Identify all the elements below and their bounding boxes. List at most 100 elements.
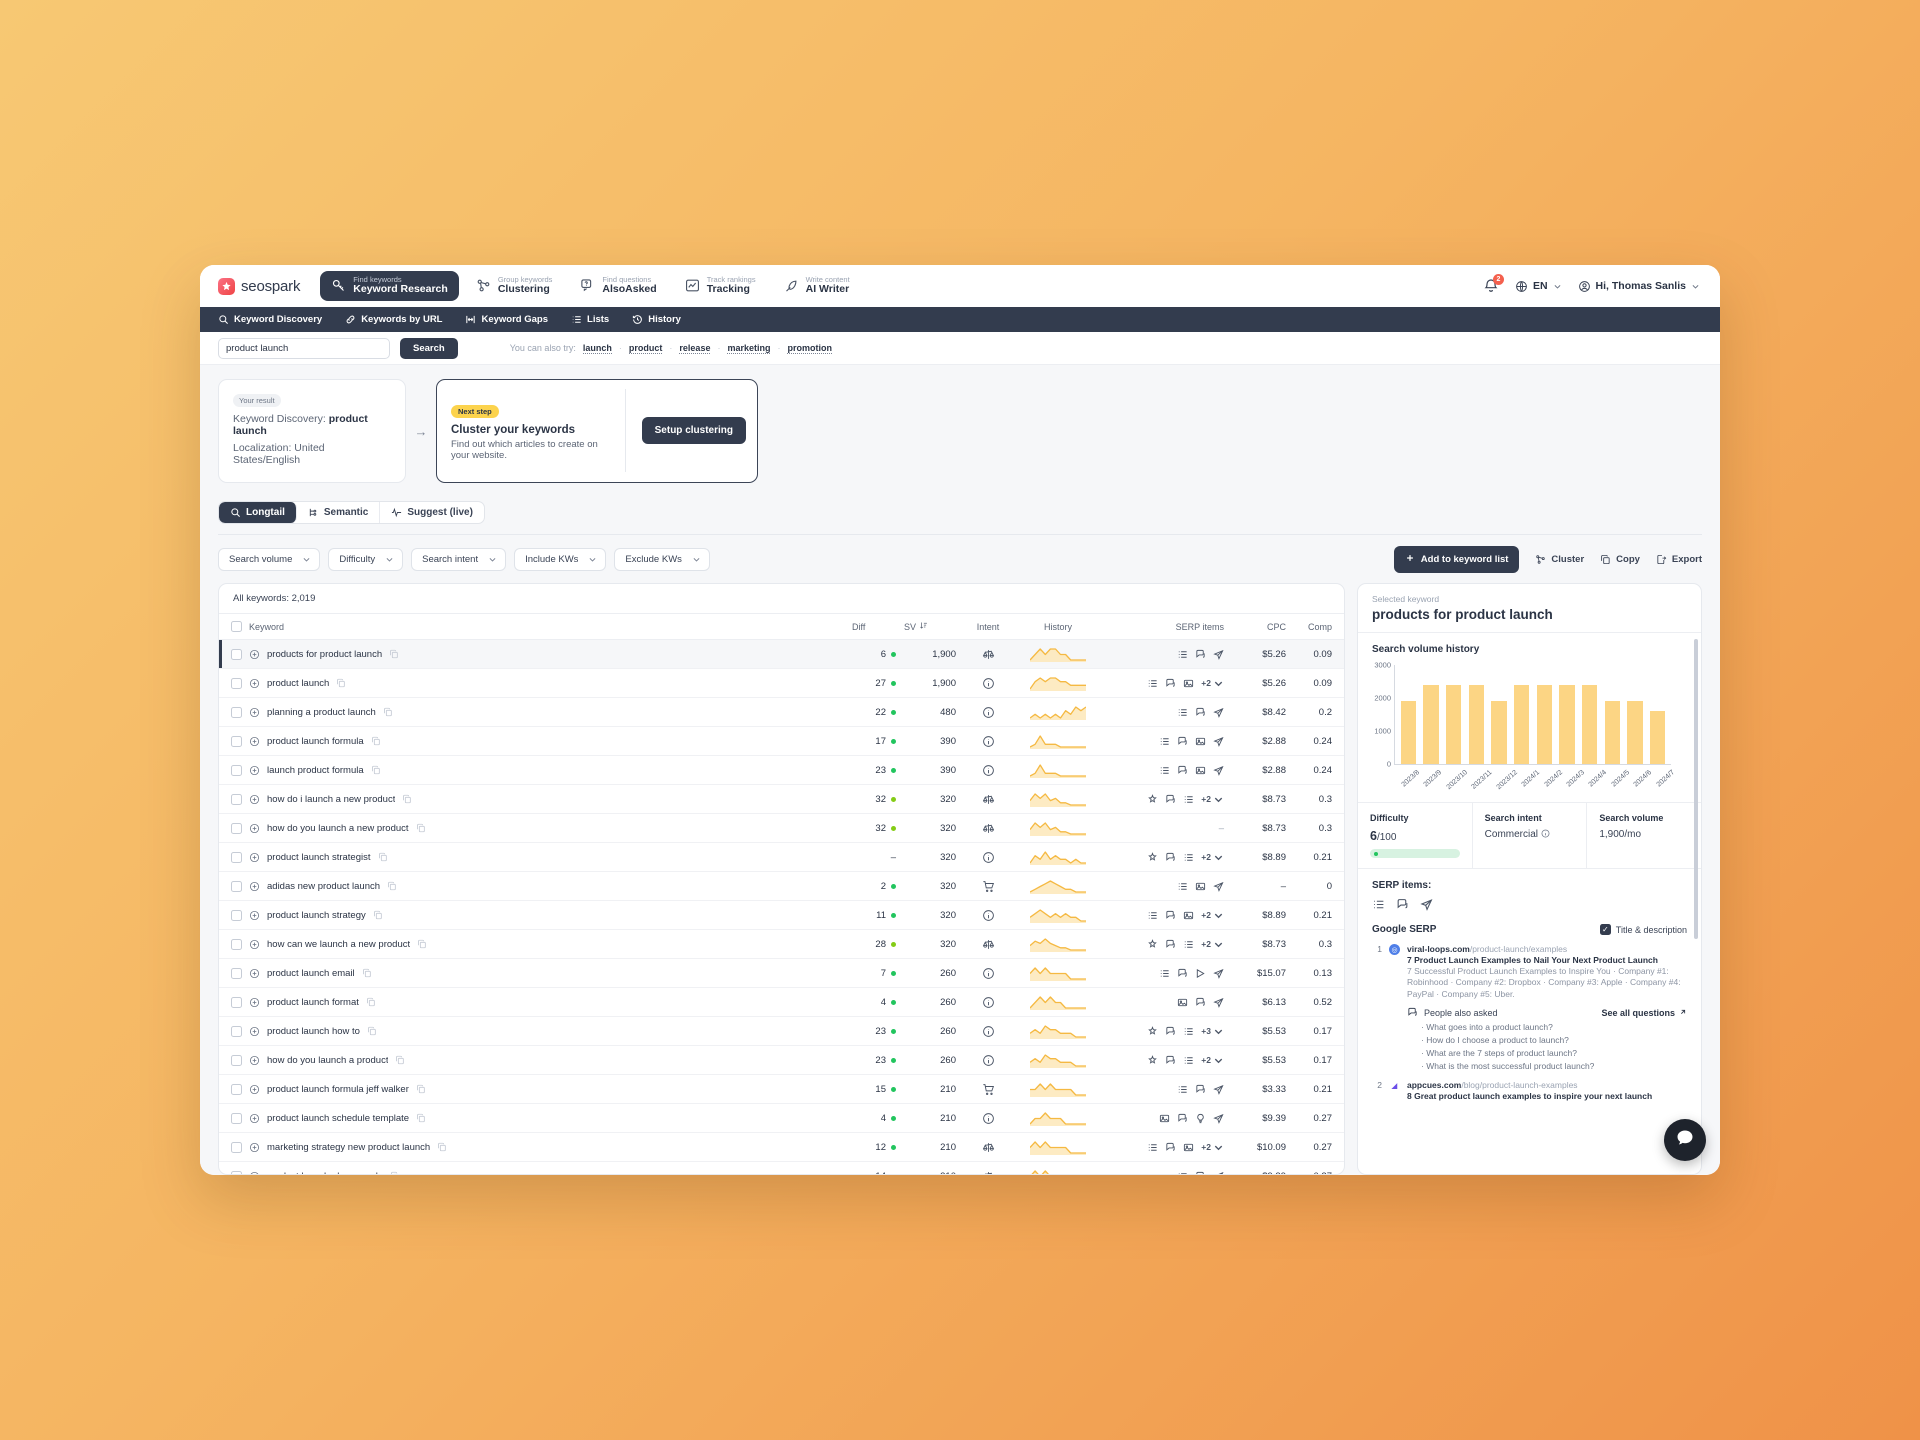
copy-keyword-icon[interactable] [366,997,376,1007]
serp-related-icon[interactable] [1213,736,1224,747]
detail-scrollbar[interactable] [1694,639,1698,939]
intent-informational-icon[interactable] [982,996,995,1009]
row-keyword-text[interactable]: launch product formula [267,765,364,776]
intent-commercial-icon[interactable] [982,1141,995,1154]
serp-people-also-ask-icon[interactable] [1177,736,1188,747]
expand-keyword-icon[interactable] [249,1113,260,1124]
serp-star-icon[interactable] [1147,938,1158,950]
copy-keyword-icon[interactable] [417,939,427,949]
serp-star-icon[interactable] [1147,1025,1158,1037]
intent-commercial-icon[interactable] [982,1170,995,1174]
search-input[interactable] [218,337,390,359]
suggestion-release[interactable]: release [679,343,711,354]
expand-keyword-icon[interactable] [249,765,260,776]
row-checkbox[interactable] [231,793,242,805]
expand-keyword-icon[interactable] [249,1171,260,1174]
table-row[interactable]: product launch schedule template 4 210 $… [219,1103,1344,1133]
column-diff[interactable]: Diff [848,614,900,640]
copy-keyword-icon[interactable] [378,852,388,862]
copy-keyword-icon[interactable] [402,794,412,804]
filter-include-kws[interactable]: Include KWs [514,548,607,571]
table-row[interactable]: product launch how to 23 260 +3 $5.53 0.… [219,1016,1344,1046]
expand-keyword-icon[interactable] [249,968,260,979]
serp-related-icon[interactable] [1213,707,1224,718]
table-row[interactable]: product launch email 7 260 $15.07 0.13 [219,958,1344,988]
paa-question[interactable]: · What are the 7 steps of product launch… [1407,1048,1687,1058]
tab-longtail[interactable]: Longtail [219,502,297,523]
row-keyword-text[interactable]: products for product launch [267,649,382,660]
copy-button[interactable]: Copy [1600,554,1640,565]
expand-keyword-icon[interactable] [249,1142,260,1153]
expand-keyword-icon[interactable] [249,1026,260,1037]
serp-people-also-ask-icon[interactable] [1165,852,1176,863]
row-keyword-text[interactable]: how do i launch a new product [267,794,395,805]
serp-related-icon[interactable] [1213,649,1224,660]
chart-bar-column[interactable] [1533,665,1556,764]
row-keyword-text[interactable]: product launch formula [267,736,364,747]
row-keyword-text[interactable]: product launch format [267,997,359,1008]
table-row[interactable]: products for product launch 6 1,900 $5.2… [219,639,1344,669]
row-keyword-text[interactable]: adidas new product launch [267,881,380,892]
nav-ai-writer[interactable]: Write content AI Writer [773,271,861,300]
setup-clustering-button[interactable]: Setup clustering [641,417,746,444]
table-row[interactable]: product launch plan sample 14 210 $9.39 … [219,1161,1344,1174]
row-checkbox[interactable] [231,648,242,660]
copy-keyword-icon[interactable] [336,678,346,688]
paa-question[interactable]: · How do I choose a product to launch? [1407,1035,1687,1045]
serp-list-icon[interactable] [1147,910,1158,921]
intent-informational-icon[interactable] [982,851,995,864]
subnav-item-keyword-discovery[interactable]: Keyword Discovery [218,314,322,325]
list-icon[interactable] [1372,898,1385,911]
subnav-item-keywords-by-url[interactable]: Keywords by URL [345,314,442,325]
serp-more-badge[interactable]: +2 [1201,1055,1224,1066]
people-also-ask-icon[interactable] [1396,898,1409,911]
intent-informational-icon[interactable] [982,706,995,719]
chart-bar-column[interactable] [1578,665,1601,764]
serp-url[interactable]: appcues.com/blog/product-launch-examples [1407,1080,1687,1090]
expand-keyword-icon[interactable] [249,910,260,921]
serp-people-also-ask-icon[interactable] [1195,1084,1206,1095]
chart-bar-column[interactable] [1465,665,1488,764]
filter-search-intent[interactable]: Search intent [411,548,507,571]
serp-video-icon[interactable] [1195,968,1206,979]
intent-informational-icon[interactable] [982,677,995,690]
serp-more-badge[interactable]: +2 [1201,852,1224,863]
expand-keyword-icon[interactable] [249,881,260,892]
nav-keyword-research[interactable]: Find keywords Keyword Research [320,271,459,301]
serp-people-also-ask-icon[interactable] [1165,794,1176,805]
suggestion-marketing[interactable]: marketing [727,343,771,354]
serp-list-icon[interactable] [1183,852,1194,863]
expand-keyword-icon[interactable] [249,997,260,1008]
chart-bar-column[interactable] [1397,665,1420,764]
chat-support-button[interactable] [1664,1119,1706,1161]
user-menu[interactable]: Hi, Thomas Sanlis [1578,280,1700,293]
row-keyword-text[interactable]: product launch strategy [267,910,366,921]
intent-transactional-icon[interactable] [982,880,995,893]
table-row[interactable]: how do i launch a new product 32 320 +2 … [219,784,1344,814]
serp-star-icon[interactable] [1147,793,1158,805]
serp-people-also-ask-icon[interactable] [1165,678,1176,689]
expand-keyword-icon[interactable] [249,678,260,689]
serp-related-icon[interactable] [1213,997,1224,1008]
serp-more-badge[interactable]: +2 [1201,794,1224,805]
chart-bar-column[interactable] [1646,665,1669,764]
row-keyword-text[interactable]: how can we launch a new product [267,939,410,950]
expand-keyword-icon[interactable] [249,1055,260,1066]
chart-bar-column[interactable] [1420,665,1443,764]
filter-exclude-kws[interactable]: Exclude KWs [614,548,710,571]
row-keyword-text[interactable]: product launch email [267,968,355,979]
row-keyword-text[interactable]: how do you launch a new product [267,823,409,834]
serp-people-also-ask-icon[interactable] [1195,997,1206,1008]
chart-bar-column[interactable] [1624,665,1647,764]
intent-transactional-icon[interactable] [982,1083,995,1096]
serp-list-icon[interactable] [1177,881,1188,892]
serp-image-icon[interactable] [1183,1142,1194,1153]
row-checkbox[interactable] [231,938,242,950]
title-description-toggle[interactable]: ✓ Title & description [1599,924,1687,935]
copy-keyword-icon[interactable] [373,910,383,920]
row-checkbox[interactable] [231,764,242,776]
intent-commercial-icon[interactable] [982,793,995,806]
copy-keyword-icon[interactable] [362,968,372,978]
expand-keyword-icon[interactable] [249,939,260,950]
row-checkbox[interactable] [231,822,242,834]
